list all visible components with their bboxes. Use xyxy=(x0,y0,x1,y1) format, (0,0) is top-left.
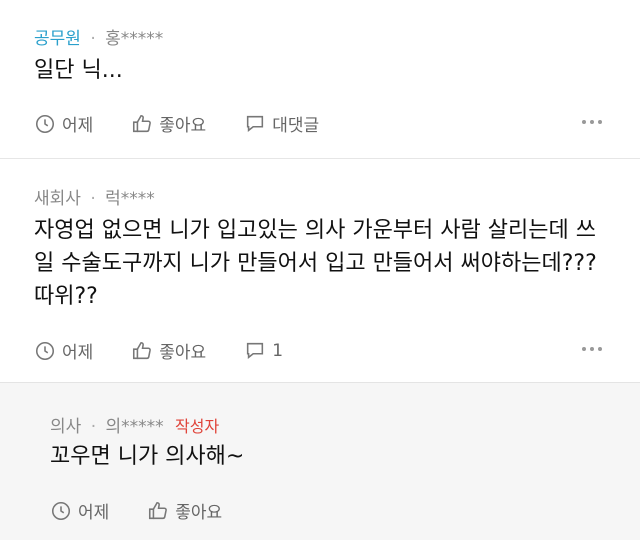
like-label: 좋아요 xyxy=(159,116,207,136)
comment-text-line: 따위?? xyxy=(34,284,98,309)
like-label: 좋아요 xyxy=(175,503,223,523)
comment-meta: 공무원 · 홍***** xyxy=(34,24,163,49)
comment-time: 어제 xyxy=(34,338,93,363)
comment-text-line: 일 수술도구까지 니가 만들어서 입고 만들어서 써야하는데??? xyxy=(34,251,597,276)
comment-meta: 새회사 · 럭**** xyxy=(34,184,155,209)
meta-separator: · xyxy=(90,417,97,437)
comment-time-label: 어제 xyxy=(62,116,94,136)
reply-item: 의사 · 의***** 작성자 꼬우면 니가 의사해~ 어제 좋아요 xyxy=(0,382,640,540)
comment-author[interactable]: 새회사 xyxy=(34,189,81,209)
comment-text-line: 꼬우면 니가 의사해~ xyxy=(50,444,245,469)
comment-time-label: 어제 xyxy=(78,503,110,523)
reply-count: 1 xyxy=(272,340,284,361)
comment-text: 자영업 없으면 니가 입고있는 의사 가운부터 사람 살리는데 쓰 일 수술도구… xyxy=(34,214,624,313)
like-label: 좋아요 xyxy=(159,343,207,363)
comment-text: 꼬우면 니가 의사해~ xyxy=(50,440,640,473)
comment-author[interactable]: 의사 xyxy=(50,417,81,437)
speech-bubble-icon xyxy=(247,342,264,359)
speech-bubble-icon xyxy=(247,115,264,132)
comment-item: 새회사 · 럭**** 자영업 없으면 니가 입고있는 의사 가운부터 사람 살… xyxy=(0,158,640,382)
comment-actions: 어제 좋아요 xyxy=(50,498,260,523)
more-dots-icon[interactable] xyxy=(582,112,602,132)
reply-button[interactable]: 대댓글 xyxy=(244,111,319,136)
clock-icon xyxy=(51,501,71,520)
clock-icon xyxy=(35,114,55,133)
clock-icon xyxy=(35,341,55,360)
thumbs-up-icon xyxy=(133,341,152,359)
thumbs-up-icon xyxy=(149,501,168,519)
comment-time-label: 어제 xyxy=(62,343,94,363)
writer-badge: 작성자 xyxy=(175,417,220,436)
comment-user-id: 의***** xyxy=(105,417,164,437)
like-button[interactable]: 좋아요 xyxy=(131,111,206,136)
reply-button[interactable]: 1 xyxy=(244,340,283,362)
meta-separator: · xyxy=(90,189,96,209)
meta-separator: · xyxy=(90,29,96,49)
comment-author[interactable]: 공무원 xyxy=(34,29,81,49)
comment-time: 어제 xyxy=(50,498,109,523)
comment-actions: 어제 좋아요 대댓글 xyxy=(34,111,357,136)
comment-user-id: 홍***** xyxy=(105,29,164,49)
comment-text-line: 자영업 없으면 니가 입고있는 의사 가운부터 사람 살리는데 쓰 xyxy=(34,218,596,243)
comment-item: 공무원 · 홍***** 일단 닉... 어제 좋아요 대댓글 xyxy=(0,0,640,158)
comment-actions: 어제 좋아요 1 xyxy=(34,338,321,363)
comment-time: 어제 xyxy=(34,111,93,136)
comment-text: 일단 닉... xyxy=(34,54,624,87)
comment-text-line: 일단 닉... xyxy=(34,58,123,83)
thumbs-up-icon xyxy=(133,114,152,132)
comment-meta: 의사 · 의***** 작성자 xyxy=(50,412,219,437)
like-button[interactable]: 좋아요 xyxy=(147,498,222,523)
reply-label: 대댓글 xyxy=(272,116,320,136)
like-button[interactable]: 좋아요 xyxy=(131,338,206,363)
comment-user-id: 럭**** xyxy=(105,189,155,209)
more-dots-icon[interactable] xyxy=(582,339,602,359)
